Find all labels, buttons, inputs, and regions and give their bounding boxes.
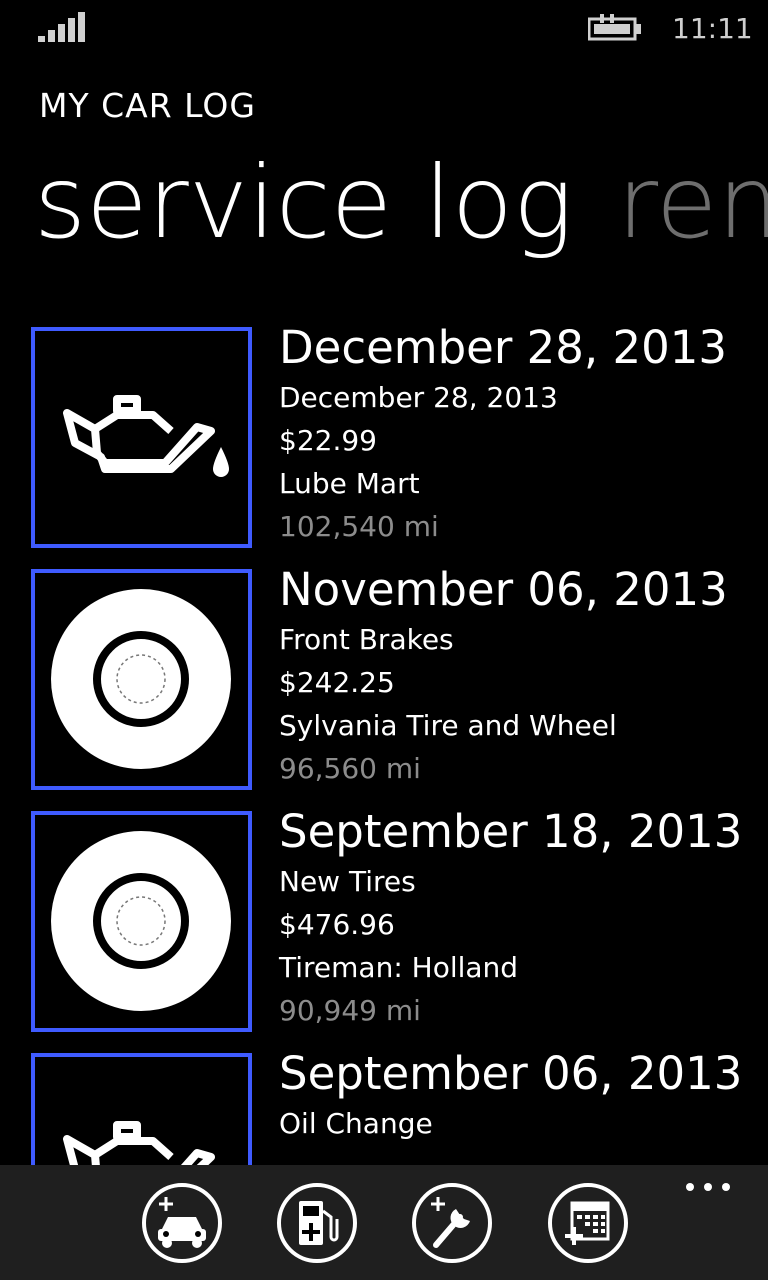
list-item[interactable]: September 18, 2013 New Tires $476.96 Tir… (31, 804, 768, 1032)
add-service-icon (431, 1197, 470, 1248)
entry-mileage: 90,949 mi (279, 994, 421, 1027)
add-reminder-button[interactable] (548, 1183, 628, 1263)
more-options-icon[interactable] (686, 1179, 734, 1195)
entry-date: September 06, 2013 (279, 1047, 743, 1100)
add-car-button[interactable] (142, 1183, 222, 1263)
add-fuel-button[interactable] (277, 1183, 357, 1263)
entry-service: New Tires (279, 865, 416, 898)
signal-strength-icon (38, 12, 85, 42)
list-item[interactable]: September 06, 2013 Oil Change (31, 1046, 768, 1165)
app-bar (0, 1165, 768, 1280)
entry-mileage: 96,560 mi (279, 752, 421, 785)
app-title: MY CAR LOG (39, 86, 256, 125)
oil-can-icon (63, 395, 229, 477)
list-item[interactable]: November 06, 2013 Front Brakes $242.25 S… (31, 562, 768, 790)
tire-icon (51, 831, 231, 1011)
entry-service: Oil Change (279, 1107, 433, 1140)
entry-vendor: Tireman: Holland (279, 951, 519, 984)
entry-date: December 28, 2013 (279, 321, 728, 374)
entry-vendor: Lube Mart (279, 467, 420, 500)
entry-date: September 18, 2013 (279, 805, 743, 858)
pivot-tab-reminders[interactable]: rem (617, 138, 768, 268)
entry-cost: $242.25 (279, 666, 395, 699)
add-car-icon (158, 1197, 206, 1248)
pivot-tab-service-log[interactable]: service log (34, 138, 573, 268)
entry-date: November 06, 2013 (279, 563, 728, 616)
entry-thumbnail (31, 811, 252, 1032)
entry-thumbnail (31, 1053, 252, 1165)
entry-mileage: 102,540 mi (279, 510, 439, 543)
entry-thumbnail (31, 327, 252, 548)
entry-thumbnail (31, 569, 252, 790)
add-fuel-icon (299, 1201, 339, 1245)
status-bar: 11:11 (0, 0, 768, 56)
brake-disc-icon (51, 589, 231, 769)
list-item[interactable]: December 28, 2013 December 28, 2013 $22.… (31, 320, 768, 548)
service-log-list[interactable]: December 28, 2013 December 28, 2013 $22.… (0, 320, 768, 1165)
add-service-button[interactable] (412, 1183, 492, 1263)
battery-charging-icon (588, 14, 641, 41)
entry-service: December 28, 2013 (279, 381, 558, 414)
pivot-header[interactable]: service log rem (34, 138, 768, 268)
add-reminder-icon (565, 1201, 610, 1245)
entry-service: Front Brakes (279, 623, 454, 656)
entry-vendor: Sylvania Tire and Wheel (279, 709, 617, 742)
entry-cost: $476.96 (279, 908, 395, 941)
clock: 11:11 (672, 12, 753, 45)
oil-can-icon (63, 1121, 215, 1165)
entry-cost: $22.99 (279, 424, 377, 457)
